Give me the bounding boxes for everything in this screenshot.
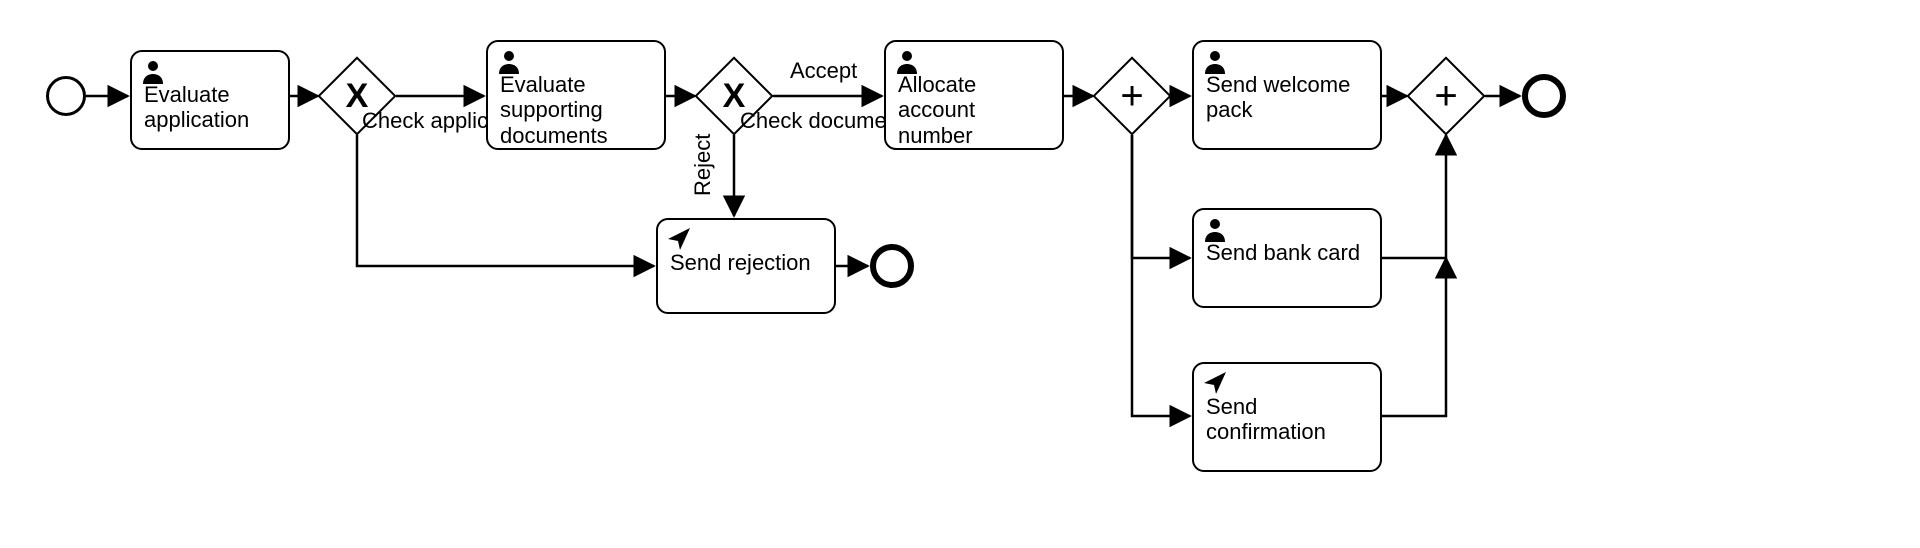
task-label: Send bank card	[1204, 218, 1370, 265]
task-evaluate-application: Evaluate application	[130, 50, 290, 150]
start-event	[46, 76, 86, 116]
task-label: Send confirmation	[1204, 372, 1370, 445]
user-icon	[894, 48, 920, 74]
task-send-bank-card: Send bank card	[1192, 208, 1382, 308]
send-icon	[1202, 370, 1228, 396]
end-event-reject	[870, 244, 914, 288]
task-allocate-account: Allocate account number	[884, 40, 1064, 150]
user-icon	[496, 48, 522, 74]
task-send-welcome-pack: Send welcome pack	[1192, 40, 1382, 150]
bpmn-diagram: { "tasks": { "evaluate_app": {"label":"E…	[0, 0, 1920, 548]
edge-label-accept: Accept	[790, 58, 857, 84]
task-label: Send welcome pack	[1204, 50, 1370, 123]
task-evaluate-documents: Evaluate supporting documents	[486, 40, 666, 150]
gateway-parallel-join: +	[1406, 56, 1485, 135]
task-send-confirmation: Send confirmation	[1192, 362, 1382, 472]
edge-label-reject: Reject	[690, 134, 716, 196]
task-send-rejection: Send rejection	[656, 218, 836, 314]
gateway-parallel-fork: +	[1092, 56, 1171, 135]
user-icon	[1202, 48, 1228, 74]
send-icon	[666, 226, 692, 252]
end-event-success	[1522, 74, 1566, 118]
user-icon	[1202, 216, 1228, 242]
user-icon	[140, 58, 166, 84]
